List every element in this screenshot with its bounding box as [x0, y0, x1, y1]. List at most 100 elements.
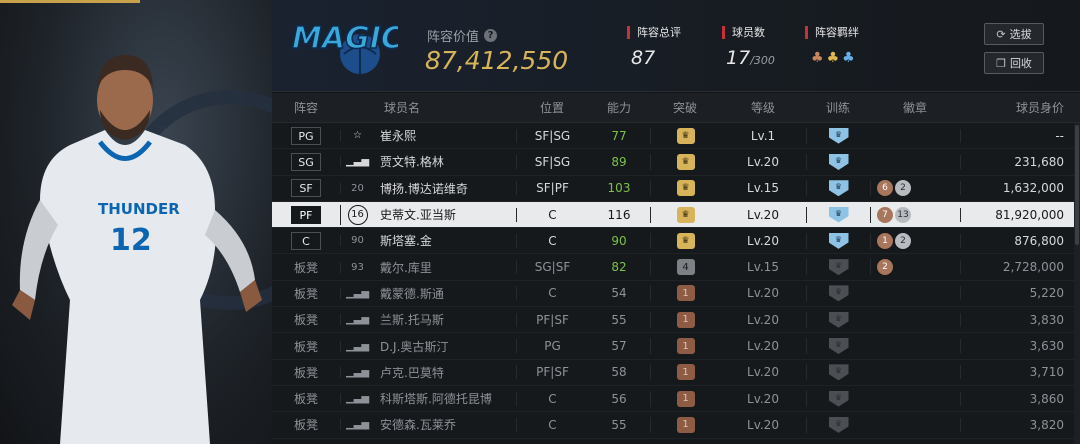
player-name[interactable]: 安德森.瓦莱乔: [374, 416, 516, 433]
player-name[interactable]: 戴尔.库里: [374, 259, 516, 276]
breakthrough-crown-icon[interactable]: 1: [676, 311, 695, 328]
table-row[interactable]: 板凳 ▁▃▅ 兰斯.托马斯 PF|SF 55 1 Lv.20 ♛ 3,830: [272, 307, 1080, 334]
jersey-number-cell: ▁▃▅: [340, 314, 374, 326]
breakthrough-crown-icon[interactable]: ♛: [676, 153, 695, 170]
bronze-badge-icon[interactable]: 6: [877, 180, 893, 197]
player-rating: 56: [611, 391, 627, 406]
lineup-slot-cell: 板凳: [272, 364, 340, 381]
training-shield-icon[interactable]: ♛: [828, 285, 849, 302]
player-position: C: [516, 417, 588, 432]
training-shield-icon[interactable]: ♛: [828, 259, 849, 276]
table-row[interactable]: 板凳 ▁▃▅ 卢克.巴莫特 PF|SF 58 1 Lv.20 ♛ 3,710: [272, 360, 1080, 386]
table-row[interactable]: 板凳 ▁▃▅ D.J.奥古斯汀 PG 57 1 Lv.20 ♛ 3,630: [272, 333, 1080, 360]
recycle-button[interactable]: ❐ 回收: [984, 52, 1044, 74]
training-shield-icon[interactable]: ♛: [828, 180, 849, 197]
player-name[interactable]: 史蒂文.亚当斯: [374, 206, 516, 223]
breakthrough-crown-icon[interactable]: 1: [676, 390, 695, 407]
bronze-badge-icon[interactable]: 7: [877, 206, 893, 223]
col-training[interactable]: 训练: [806, 99, 870, 116]
col-badges[interactable]: 徽章: [870, 99, 960, 116]
jersey-number-cell: 20: [340, 182, 374, 194]
player-name[interactable]: 戴蒙德.斯通: [374, 285, 516, 302]
player-name[interactable]: 斯塔塞.金: [374, 232, 516, 249]
bronze-badge-icon[interactable]: 1: [877, 232, 893, 249]
breakthrough-crown-icon[interactable]: ♛: [676, 127, 695, 144]
jersey-number-cell: ▁▃▅: [340, 419, 374, 431]
position-slot-badge[interactable]: SG: [291, 152, 321, 171]
breakthrough-crown-icon[interactable]: ♛: [676, 206, 695, 223]
table-row[interactable]: SG ▁▃▅ 贾文特.格林 SF|SG 89 ♛ Lv.20 ♛ 231,680: [272, 149, 1080, 176]
breakthrough-crown-icon[interactable]: 1: [676, 338, 695, 355]
training-shield-icon[interactable]: ♛: [828, 390, 849, 407]
col-player-name[interactable]: 球员名: [374, 99, 516, 116]
training-shield-icon[interactable]: ♛: [828, 153, 849, 170]
table-body: PG ☆ 崔永熙 SF|SG 77 ♛ Lv.1 ♛ -- SG ▁▃▅ 贾文特.格林 SF|SG 89 ♛…: [272, 123, 1080, 439]
lineup-slot-cell: SG: [272, 152, 340, 171]
position-slot-badge[interactable]: PF: [291, 205, 321, 224]
help-icon[interactable]: ?: [484, 29, 498, 42]
player-name[interactable]: 卢克.巴莫特: [374, 364, 516, 381]
player-level: Lv.15: [747, 181, 779, 196]
breakthrough-crown-icon[interactable]: 1: [676, 416, 695, 433]
breakthrough-crown-icon[interactable]: 1: [676, 285, 695, 302]
player-name[interactable]: 贾文特.格林: [374, 153, 516, 170]
silver-badge-icon[interactable]: 2: [895, 232, 911, 249]
signal-bars-icon: ▁▃▅: [345, 287, 370, 299]
breakthrough-crown-icon[interactable]: 4: [676, 259, 695, 276]
scrollbar-thumb[interactable]: [1075, 125, 1079, 245]
col-salary[interactable]: 球员身价: [960, 99, 1080, 116]
silver-badge-icon[interactable]: 13: [895, 206, 911, 223]
scrollbar[interactable]: [1074, 123, 1080, 444]
player-level: Lv.15: [747, 260, 779, 275]
table-row[interactable]: 板凳 ▁▃▅ 安德森.瓦莱乔 C 55 1 Lv.20 ♛ 3,820: [272, 412, 1080, 439]
player-name[interactable]: 兰斯.托马斯: [374, 311, 516, 328]
table-row[interactable]: PG ☆ 崔永熙 SF|SG 77 ♛ Lv.1 ♛ --: [272, 123, 1080, 150]
training-shield-icon[interactable]: ♛: [828, 127, 849, 144]
training-shield-icon[interactable]: ♛: [828, 364, 849, 381]
bench-label: 板凳: [293, 365, 318, 380]
breakthrough-crown-icon[interactable]: ♛: [676, 180, 695, 197]
player-name[interactable]: D.J.奥古斯汀: [374, 338, 516, 355]
player-name[interactable]: 科斯塔斯.阿德托昆博: [374, 390, 516, 407]
col-rating[interactable]: 能力: [588, 99, 650, 116]
position-slot-badge[interactable]: C: [291, 231, 321, 250]
col-position[interactable]: 位置: [516, 99, 588, 116]
player-salary: --: [960, 128, 1080, 143]
roster-table: 阵容 球员名 位置 能力 突破 等级 训练 徽章 球员身价 PG ☆ 崔永熙 SF|S…: [272, 93, 1080, 444]
table-row[interactable]: PF 16 史蒂文.亚当斯 C 116 ♛ Lv.20 ♛ 7 13 81,920,000: [272, 201, 1080, 229]
player-salary: 876,800: [960, 233, 1080, 248]
col-level[interactable]: 等级: [720, 99, 806, 116]
player-rating: 58: [611, 365, 627, 380]
position-slot-badge[interactable]: SF: [291, 179, 321, 198]
player-rating: 55: [611, 417, 627, 432]
training-shield-icon[interactable]: ♛: [828, 311, 849, 328]
col-lineup[interactable]: 阵容: [272, 99, 340, 116]
select-button[interactable]: ⟳ 选拔: [984, 23, 1044, 45]
signal-bars-icon: ▁▃▅: [345, 366, 370, 378]
player-level: Lv.20: [747, 233, 779, 248]
table-row[interactable]: 板凳 ▁▃▅ 科斯塔斯.阿德托昆博 C 56 1 Lv.20 ♛ 3,860: [272, 386, 1080, 413]
table-row[interactable]: SF 20 博扬.博达诺维奇 SF|PF 103 ♛ Lv.15 ♛ 6 2 1,632,000: [272, 176, 1080, 202]
player-portrait: THUNDER 12: [0, 0, 272, 444]
silver-badge-icon[interactable]: 2: [895, 180, 911, 197]
training-shield-icon[interactable]: ♛: [828, 232, 849, 249]
table-row[interactable]: 板凳 ▁▃▅ 戴蒙德.斯通 C 54 1 Lv.20 ♛ 5,220: [272, 281, 1080, 308]
training-cell: ♛: [806, 127, 870, 144]
chemistry-icons[interactable]: ♣ ♣ ♣: [805, 50, 859, 66]
training-shield-icon[interactable]: ♛: [828, 338, 849, 355]
training-shield-icon[interactable]: ♛: [828, 416, 849, 433]
table-row[interactable]: 板凳 93 戴尔.库里 SG|SF 82 4 Lv.15 ♛ 2 2,728,000: [272, 254, 1080, 281]
lineup-slot-cell: SF: [272, 179, 340, 198]
training-shield-icon[interactable]: ♛: [828, 206, 849, 223]
player-level: Lv.20: [747, 286, 779, 301]
bronze-badge-icon[interactable]: 2: [877, 259, 893, 276]
breakthrough-crown-icon[interactable]: ♛: [676, 232, 695, 249]
player-name[interactable]: 博扬.博达诺维奇: [374, 180, 516, 197]
breakthrough-crown-icon[interactable]: 1: [676, 364, 695, 381]
table-row[interactable]: C 90 斯塔塞.金 C 90 ♛ Lv.20 ♛ 1 2 876,800: [272, 228, 1080, 255]
position-slot-badge[interactable]: PG: [291, 126, 321, 145]
player-position: C: [516, 391, 588, 406]
col-breakthrough[interactable]: 突破: [650, 99, 720, 116]
player-name[interactable]: 崔永熙: [374, 127, 516, 144]
svg-text:MAGIC: MAGIC: [292, 21, 398, 56]
